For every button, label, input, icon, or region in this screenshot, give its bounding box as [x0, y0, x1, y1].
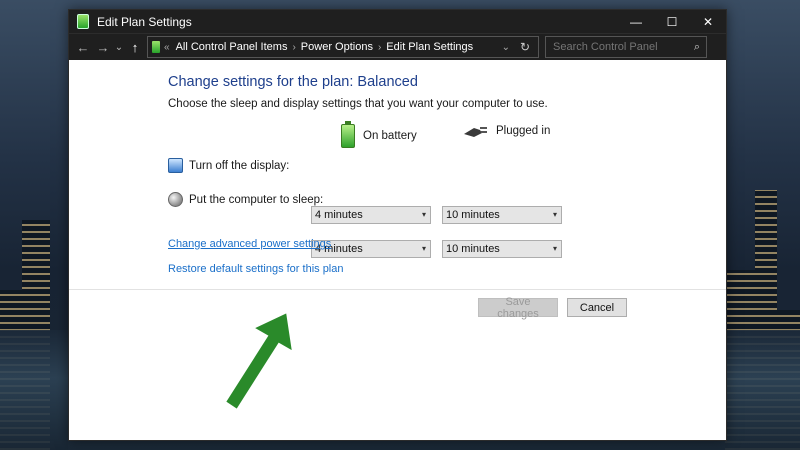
- select-value: 4 minutes: [315, 209, 363, 221]
- breadcrumb-separator-icon[interactable]: ›: [292, 42, 295, 53]
- sleep-plugged-in-select[interactable]: 10 minutes ▾: [442, 240, 562, 258]
- forward-arrow-icon[interactable]: →: [93, 40, 113, 55]
- search-box[interactable]: ⌕: [545, 36, 707, 58]
- display-off-plugged-in-select[interactable]: 10 minutes ▾: [442, 206, 562, 224]
- plugged-in-label: Plugged in: [496, 125, 551, 137]
- chevron-down-icon: ▾: [552, 244, 557, 253]
- title-bar[interactable]: Edit Plan Settings — ☐ ✕: [69, 10, 726, 33]
- recent-locations-chevron-icon[interactable]: ⌄: [113, 42, 125, 53]
- select-value: 10 minutes: [446, 243, 500, 255]
- on-battery-label: On battery: [363, 130, 417, 142]
- breadcrumb-overflow-icon[interactable]: «: [164, 42, 170, 53]
- power-options-icon: [77, 14, 89, 29]
- select-value: 10 minutes: [446, 209, 500, 221]
- save-changes-button[interactable]: Save changes: [478, 296, 558, 320]
- cancel-button[interactable]: Cancel: [567, 298, 627, 317]
- search-icon[interactable]: ⌕: [694, 41, 700, 54]
- column-header-plugged-in: Plugged in: [462, 124, 550, 138]
- chevron-down-icon: ▾: [421, 244, 426, 253]
- page-title: Change settings for the plan: Balanced: [168, 74, 418, 90]
- change-advanced-power-settings-link[interactable]: Change advanced power settings: [168, 238, 331, 250]
- address-bar: ← → ⌄ ↑ « All Control Panel Items › Powe…: [69, 33, 726, 60]
- setting-label: Turn off the display:: [189, 159, 290, 172]
- breadcrumb-power-options[interactable]: Power Options: [301, 41, 373, 53]
- page-description: Choose the sleep and display settings th…: [168, 98, 548, 110]
- chevron-down-icon: ▾: [421, 210, 426, 219]
- edit-plan-settings-window: Edit Plan Settings — ☐ ✕ ← → ⌄ ↑ « All C…: [68, 9, 727, 441]
- minimize-button[interactable]: —: [618, 10, 654, 33]
- refresh-icon[interactable]: ↻: [520, 40, 530, 54]
- main-content: Change settings for the plan: Balanced C…: [69, 60, 726, 438]
- breadcrumb-edit-plan-settings[interactable]: Edit Plan Settings: [386, 41, 473, 53]
- close-button[interactable]: ✕: [690, 10, 726, 33]
- battery-icon: [341, 121, 355, 148]
- moon-icon: [168, 192, 183, 207]
- setting-label: Put the computer to sleep:: [189, 193, 324, 206]
- green-arrow-annotation: [223, 310, 295, 412]
- divider: [69, 289, 726, 290]
- column-header-on-battery: On battery: [341, 121, 417, 148]
- setting-row-display: Turn off the display:: [168, 158, 289, 173]
- power-options-icon: [152, 41, 160, 53]
- chevron-down-icon: ▾: [552, 210, 557, 219]
- setting-row-sleep: Put the computer to sleep:: [168, 192, 323, 207]
- restore-default-settings-link[interactable]: Restore default settings for this plan: [168, 263, 343, 275]
- monitor-icon: [168, 158, 183, 173]
- display-off-on-battery-select[interactable]: 4 minutes ▾: [311, 206, 431, 224]
- plug-icon: [462, 124, 488, 138]
- breadcrumb[interactable]: « All Control Panel Items › Power Option…: [147, 36, 539, 58]
- breadcrumb-separator-icon[interactable]: ›: [378, 42, 381, 53]
- window-title: Edit Plan Settings: [97, 14, 192, 29]
- back-arrow-icon[interactable]: ←: [73, 40, 93, 55]
- breadcrumb-all-control-panel-items[interactable]: All Control Panel Items: [176, 41, 288, 53]
- maximize-button[interactable]: ☐: [654, 10, 690, 33]
- up-arrow-icon[interactable]: ↑: [125, 40, 145, 55]
- window-controls: — ☐ ✕: [618, 10, 726, 33]
- search-input[interactable]: [551, 40, 685, 54]
- address-dropdown-chevron-icon[interactable]: ⌄: [502, 42, 510, 53]
